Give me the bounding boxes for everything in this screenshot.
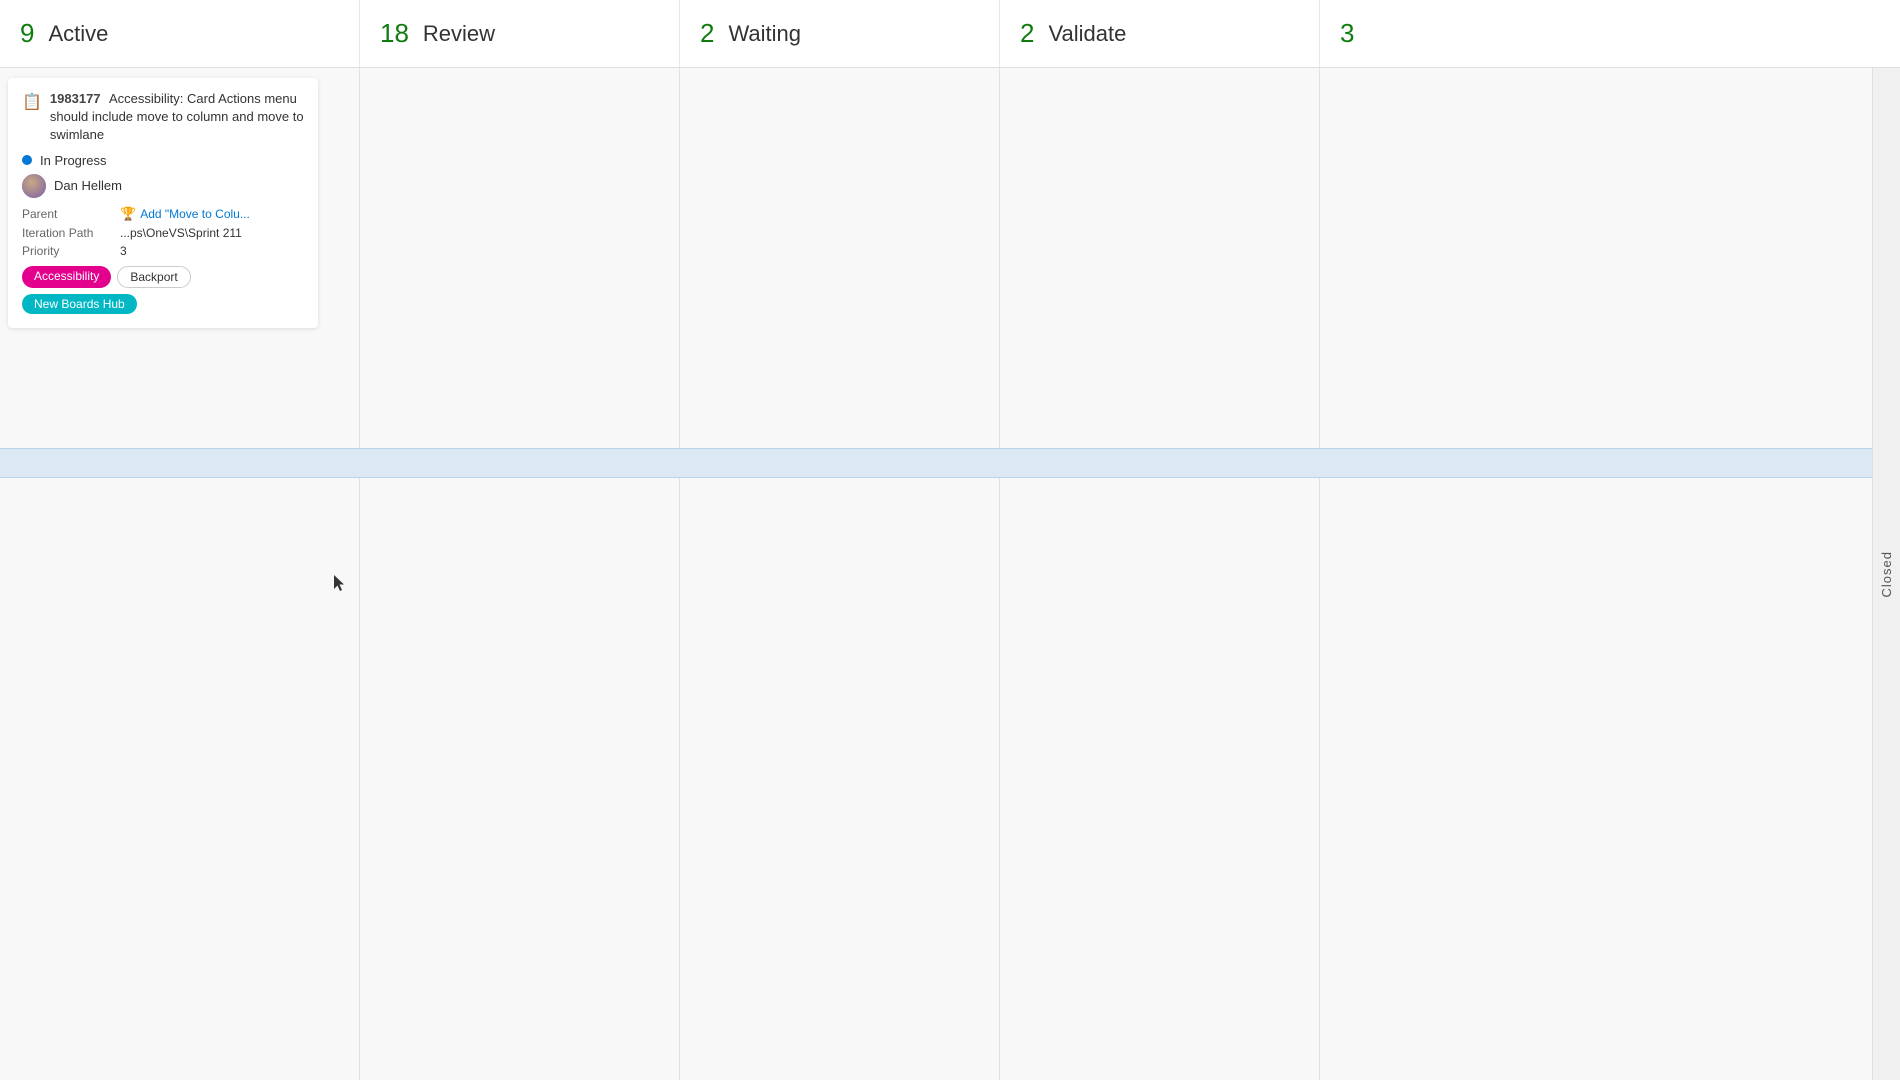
assignee-name: Dan Hellem: [54, 178, 122, 193]
status-indicator: [22, 155, 32, 165]
trophy-icon: 🏆: [120, 206, 136, 222]
closed-label: Closed: [1879, 551, 1894, 597]
column-rest-top: [1320, 68, 1900, 448]
iteration-label: Iteration Path: [22, 226, 112, 240]
card-assignee-row: Dan Hellem: [22, 174, 304, 198]
column-waiting-bottom: [680, 478, 1000, 1080]
waiting-title: Waiting: [728, 21, 801, 47]
active-count: 9: [20, 18, 34, 49]
priority-label: Priority: [22, 244, 112, 258]
card-header: 📋 1983177 Accessibility: Card Actions me…: [22, 90, 304, 145]
active-bottom-cards: [0, 478, 359, 1080]
column-waiting: [680, 68, 1000, 448]
closed-sidebar[interactable]: Closed: [1872, 68, 1900, 1080]
parent-value[interactable]: 🏆 Add "Move to Colu...: [120, 206, 250, 222]
validate-top-cards: [1000, 68, 1319, 438]
column-validate: [1000, 68, 1320, 448]
card-iteration-field: Iteration Path ...ps\OneVS\Sprint 211: [22, 226, 304, 240]
tag-backport[interactable]: Backport: [117, 266, 190, 288]
extra-count: 3: [1340, 18, 1354, 49]
column-validate-bottom: [1000, 478, 1320, 1080]
card-tags: Accessibility Backport New Boards Hub: [22, 266, 304, 314]
board-container: 9 Active 18 Review 2 Waiting 2 Validate …: [0, 0, 1900, 1080]
iteration-value: ...ps\OneVS\Sprint 211: [120, 226, 242, 240]
review-count: 18: [380, 18, 409, 49]
waiting-count: 2: [700, 18, 714, 49]
card-parent-field: Parent 🏆 Add "Move to Colu...: [22, 206, 304, 222]
column-header-waiting: 2 Waiting: [680, 0, 1000, 67]
parent-label: Parent: [22, 207, 112, 221]
card-title-block: 1983177 Accessibility: Card Actions menu…: [50, 90, 304, 145]
parent-link-text: Add "Move to Colu...: [140, 207, 250, 221]
priority-value: 3: [120, 244, 127, 258]
work-item-icon: 📋: [22, 92, 42, 112]
swimlane-divider: [0, 448, 1900, 478]
active-top-cards: 📋 1983177 Accessibility: Card Actions me…: [0, 68, 359, 438]
column-active-bottom: [0, 478, 360, 1080]
card-status: In Progress: [40, 153, 106, 168]
waiting-bottom-cards: [680, 478, 999, 1080]
avatar-image: [22, 174, 46, 198]
tag-new-boards-hub[interactable]: New Boards Hub: [22, 294, 137, 314]
tag-accessibility[interactable]: Accessibility: [22, 266, 111, 288]
card-1983177[interactable]: 📋 1983177 Accessibility: Card Actions me…: [8, 78, 318, 328]
column-active: 📋 1983177 Accessibility: Card Actions me…: [0, 68, 360, 448]
column-header-validate: 2 Validate: [1000, 0, 1320, 67]
active-title: Active: [48, 21, 108, 47]
column-review: [360, 68, 680, 448]
review-title: Review: [423, 21, 495, 47]
column-header-active: 9 Active: [0, 0, 360, 67]
card-status-row: In Progress: [22, 153, 304, 168]
card-id: 1983177: [50, 91, 101, 106]
column-rest-bottom: [1320, 478, 1900, 1080]
waiting-top-cards: [680, 68, 999, 438]
column-header-spacer: 3: [1320, 0, 1900, 67]
columns-header: 9 Active 18 Review 2 Waiting 2 Validate …: [0, 0, 1900, 68]
validate-title: Validate: [1048, 21, 1126, 47]
review-top-cards: [360, 68, 679, 438]
card-priority-field: Priority 3: [22, 244, 304, 258]
review-bottom-cards: [360, 478, 679, 1080]
avatar: [22, 174, 46, 198]
validate-bottom-cards: [1000, 478, 1319, 1080]
validate-count: 2: [1020, 18, 1034, 49]
column-review-bottom: [360, 478, 680, 1080]
column-header-review: 18 Review: [360, 0, 680, 67]
